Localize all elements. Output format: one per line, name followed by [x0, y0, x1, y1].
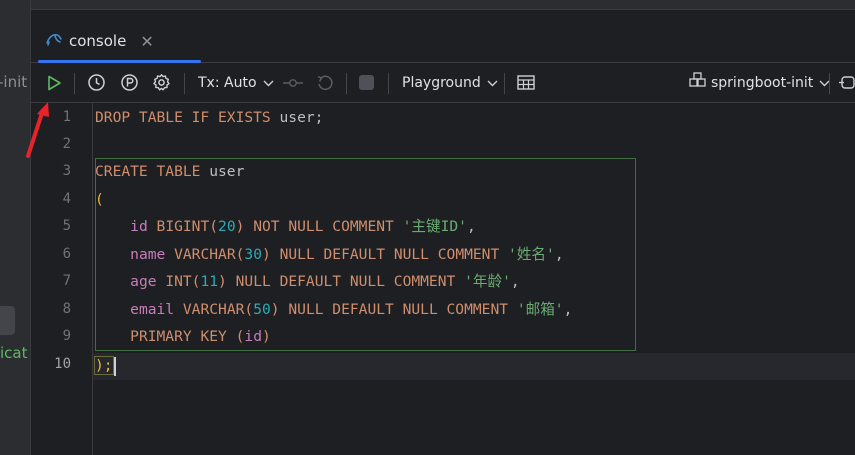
playground-label: Playground	[402, 74, 481, 91]
commit-icon[interactable]	[282, 63, 304, 102]
current-line-highlight	[93, 353, 855, 380]
annotation-arrow-icon	[26, 102, 49, 158]
top-strip	[31, 0, 855, 10]
p-circle-icon[interactable]	[120, 63, 139, 102]
datasource-icon	[689, 72, 706, 93]
clock-icon[interactable]	[87, 63, 106, 102]
toolbar-separator	[74, 73, 75, 94]
line-number: 6	[62, 246, 71, 262]
close-icon[interactable]: ✕	[140, 32, 153, 51]
tx-mode-dropdown[interactable]: Tx: Auto	[198, 63, 274, 102]
panel-button-fragment[interactable]	[0, 306, 15, 335]
chevron-down-icon	[263, 75, 274, 91]
line-number: 4	[62, 191, 71, 207]
code-line-8: email VARCHAR(50) NULL DEFAULT NULL COMM…	[130, 301, 573, 318]
code-line-4: (	[95, 191, 104, 208]
stop-icon[interactable]	[359, 63, 374, 102]
rollback-icon[interactable]	[316, 63, 334, 102]
tab-console[interactable]: console ✕	[33, 22, 198, 60]
table-grid-icon[interactable]	[517, 63, 535, 102]
code-line-9: PRIMARY KEY (id)	[130, 328, 271, 345]
project-tree-fragment: -init	[0, 73, 28, 91]
text-caret	[113, 356, 116, 376]
datasource-dropdown[interactable]: springboot-init	[689, 63, 830, 102]
mysql-dolphin-icon	[45, 31, 63, 51]
toolbar-separator	[346, 73, 347, 94]
project-panel-strip: -init icat	[0, 0, 31, 455]
schema-icon[interactable]	[838, 63, 855, 102]
sql-editor[interactable]: DROP TABLE IF EXISTS user; CREATE TABLE …	[93, 103, 855, 455]
datasource-label: springboot-init	[711, 74, 814, 91]
tx-mode-label: Tx: Auto	[198, 74, 257, 91]
line-number: 3	[62, 163, 71, 179]
code-line-5: id BIGINT(20) NOT NULL COMMENT '主键ID',	[130, 218, 476, 235]
gear-icon[interactable]	[152, 63, 171, 102]
line-number: 7	[62, 273, 71, 289]
code-line-7: age INT(11) NULL DEFAULT NULL COMMENT '年…	[130, 273, 520, 290]
editor-tab-bar: console ✕	[31, 10, 855, 63]
toolbar-separator	[504, 73, 505, 94]
toolbar-separator	[184, 73, 185, 94]
toolbar-separator	[388, 73, 389, 94]
play-icon[interactable]	[45, 63, 63, 102]
chevron-down-icon	[487, 75, 498, 91]
console-toolbar: Tx: Auto Playground springboot-init	[31, 63, 855, 103]
line-number-active: 10	[54, 356, 71, 372]
project-tree-fragment-green: icat	[0, 344, 28, 362]
line-number: 8	[62, 301, 71, 317]
playground-dropdown[interactable]: Playground	[402, 63, 498, 102]
line-number: 5	[62, 218, 71, 234]
code-line-1: DROP TABLE IF EXISTS user;	[95, 109, 324, 126]
code-line-10: );	[94, 352, 116, 379]
code-line-3: CREATE TABLE user	[95, 163, 245, 180]
toolbar-separator	[829, 73, 830, 94]
code-line-6: name VARCHAR(30) NULL DEFAULT NULL COMME…	[130, 246, 564, 263]
tab-label: console	[69, 32, 127, 50]
line-number: 9	[62, 328, 71, 344]
